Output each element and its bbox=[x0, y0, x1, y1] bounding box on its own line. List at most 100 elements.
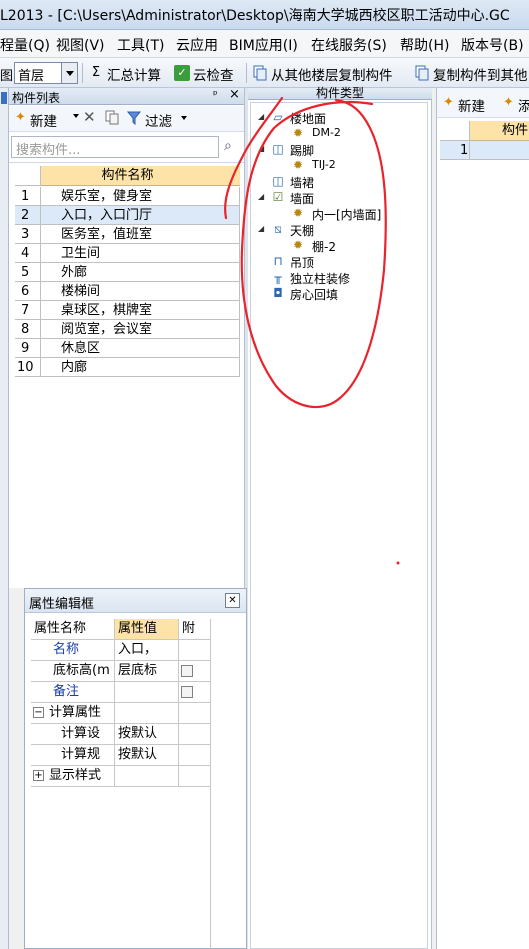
delete-icon[interactable]: ✕ bbox=[83, 108, 96, 126]
prop-value-calc-rule[interactable]: 按默认 bbox=[115, 745, 179, 766]
tree-node[interactable]: ╥ 独立柱装修 bbox=[258, 269, 428, 286]
property-box-title: 属性编辑框 bbox=[29, 597, 95, 612]
menu-cloud[interactable]: 云应用 bbox=[176, 35, 218, 55]
chevron-down-icon bbox=[181, 116, 187, 120]
table-row[interactable]: 娱乐室，健身室 bbox=[41, 187, 240, 206]
attach-checkbox[interactable] bbox=[181, 686, 193, 698]
gear-icon: ✹ bbox=[292, 158, 304, 172]
table-row-selected[interactable] bbox=[470, 141, 529, 160]
filter-icon bbox=[126, 111, 142, 126]
suspended-ceiling-icon: ⊓ bbox=[273, 254, 283, 268]
copy-icon[interactable] bbox=[105, 109, 121, 125]
property-box-title-bar[interactable]: 属性编辑框 ✕ bbox=[25, 589, 246, 613]
prop-group-label: 显示样式 bbox=[49, 768, 102, 783]
prop-col-attach-header: 附 bbox=[179, 619, 211, 640]
table-row[interactable]: 阅览室，会议室 bbox=[41, 320, 240, 339]
dado-icon: ◫ bbox=[272, 174, 284, 188]
prop-attach-cell bbox=[179, 661, 211, 682]
pin-icon[interactable]: ᵖ bbox=[213, 88, 218, 101]
tree-node[interactable]: ◢ ☑ 墙面 bbox=[258, 189, 428, 206]
menu-bar: 程量(Q) 视图(V) 工具(T) 云应用 BIM应用(I) 在线服务(S) 帮… bbox=[0, 30, 529, 58]
copy-to-other-button[interactable]: 复制构件到其他 bbox=[414, 62, 529, 84]
prop-value-elevation[interactable]: 层底标 bbox=[115, 661, 179, 682]
tree-node[interactable]: ⊓ 吊顶 bbox=[258, 253, 428, 270]
panel-divider bbox=[9, 162, 244, 163]
right-add-label: 添 bbox=[518, 99, 529, 115]
table-row[interactable]: 桌球区，棋牌室 bbox=[41, 301, 240, 320]
collapse-arrow-icon[interactable]: ◢ bbox=[258, 112, 264, 121]
component-type-title: 构件类型 bbox=[315, 86, 364, 100]
row-number: 5 bbox=[15, 263, 41, 282]
menu-tools[interactable]: 工具(T) bbox=[117, 35, 164, 55]
prop-group-display[interactable]: + 显示样式 bbox=[31, 766, 115, 787]
tree-node[interactable]: ◢ ⧅ 天棚 bbox=[258, 221, 428, 238]
search-input[interactable]: 搜索构件... bbox=[11, 136, 219, 158]
tree-label: 房心回填 bbox=[290, 288, 339, 302]
component-list-toolbar: ✦ 新建 ✕ 过滤 bbox=[9, 106, 244, 132]
menu-bim[interactable]: BIM应用(I) bbox=[229, 35, 298, 55]
attach-checkbox[interactable] bbox=[181, 665, 193, 677]
menu-quantity[interactable]: 程量(Q) bbox=[0, 35, 50, 55]
right-add-button[interactable]: ✦ 添 bbox=[503, 95, 529, 115]
floor-select[interactable]: 首层 bbox=[14, 62, 78, 84]
tree-node[interactable]: ◘ 房心回填 bbox=[258, 285, 428, 302]
right-new-button[interactable]: ✦ 新建 bbox=[443, 95, 499, 115]
prop-value-remark[interactable] bbox=[115, 682, 179, 703]
main-toolbar: 图 首层 Σ 汇总计算 ✓ 云检查 从其他楼层复制构件 复制构件到其他 bbox=[0, 58, 529, 88]
prop-name: 底标高(m bbox=[31, 661, 115, 682]
table-row[interactable]: 医务室，值班室 bbox=[41, 225, 240, 244]
close-icon[interactable]: ✕ bbox=[225, 593, 240, 608]
prop-col-name-header: 属性名称 bbox=[31, 619, 115, 640]
prop-attach-cell bbox=[179, 703, 211, 724]
chevron-down-icon bbox=[73, 114, 79, 118]
new-label: 新建 bbox=[30, 114, 57, 130]
collapse-icon[interactable]: − bbox=[33, 707, 44, 718]
menu-version[interactable]: 版本号(B) bbox=[461, 35, 524, 55]
collapse-arrow-icon[interactable]: ◢ bbox=[258, 192, 264, 201]
search-icon[interactable]: ⌕ bbox=[224, 138, 232, 154]
tree-node[interactable]: ◢ ◫ 踢脚 bbox=[258, 141, 428, 158]
expand-icon[interactable]: + bbox=[33, 770, 44, 781]
chevron-down-icon[interactable] bbox=[61, 63, 77, 83]
prop-value-name[interactable]: 入口， bbox=[115, 640, 179, 661]
copy-to-icon bbox=[414, 65, 430, 81]
toolbar-separator bbox=[82, 63, 83, 83]
floor-select-value: 首层 bbox=[18, 69, 45, 84]
collapse-arrow-icon[interactable]: ◢ bbox=[258, 144, 264, 153]
prop-group-value bbox=[115, 703, 179, 724]
table-row[interactable]: 楼梯间 bbox=[41, 282, 240, 301]
close-icon[interactable]: × bbox=[229, 87, 240, 102]
column-finish-icon: ╥ bbox=[274, 270, 282, 284]
collapse-arrow-icon[interactable]: ◢ bbox=[258, 224, 264, 233]
right-column-header[interactable]: 构件 bbox=[470, 121, 529, 141]
tree-leaf[interactable]: ✹ DM-2 bbox=[290, 125, 428, 141]
table-row[interactable]: 卫生间 bbox=[41, 244, 240, 263]
tree-leaf[interactable]: ✹ 内一[内墙面] bbox=[290, 205, 428, 222]
table-corner bbox=[15, 166, 41, 186]
tree-leaf[interactable]: ✹ TIJ-2 bbox=[290, 157, 428, 173]
prop-name: 备注 bbox=[31, 682, 115, 703]
copy-from-floor-button[interactable]: 从其他楼层复制构件 bbox=[252, 62, 412, 84]
row-number: 2 bbox=[15, 206, 41, 225]
window-title: L2013 - [C:\Users\Administrator\Desktop\… bbox=[0, 8, 510, 24]
dock-tab-indicator[interactable] bbox=[1, 92, 7, 104]
menu-help[interactable]: 帮助(H) bbox=[400, 35, 449, 55]
prop-group-calc[interactable]: − 计算属性 bbox=[31, 703, 115, 724]
property-grid-empty bbox=[31, 787, 211, 949]
tree-node[interactable]: ◫ 墙裙 bbox=[258, 173, 428, 190]
filter-button[interactable]: 过滤 bbox=[126, 110, 199, 130]
table-row-selected[interactable]: 入口，入口门厅 bbox=[41, 206, 240, 225]
cloud-check-button[interactable]: ✓ 云检查 bbox=[174, 62, 242, 84]
component-name-header[interactable]: 构件名称 bbox=[15, 166, 240, 186]
menu-online[interactable]: 在线服务(S) bbox=[311, 35, 387, 55]
tree-node[interactable]: ◢ ▱ 楼地面 bbox=[258, 109, 428, 126]
table-row[interactable]: 内廊 bbox=[41, 358, 240, 377]
row-number: 8 bbox=[15, 320, 41, 339]
prop-value-calc-setting[interactable]: 按默认 bbox=[115, 724, 179, 745]
new-component-button[interactable]: ✦ 新建 bbox=[15, 110, 91, 130]
table-row[interactable]: 休息区 bbox=[41, 339, 240, 358]
tree-leaf[interactable]: ✹ 棚-2 bbox=[290, 237, 428, 254]
table-row[interactable]: 外廊 bbox=[41, 263, 240, 282]
menu-view[interactable]: 视图(V) bbox=[56, 35, 105, 55]
summary-calc-button[interactable]: Σ 汇总计算 bbox=[88, 62, 168, 84]
